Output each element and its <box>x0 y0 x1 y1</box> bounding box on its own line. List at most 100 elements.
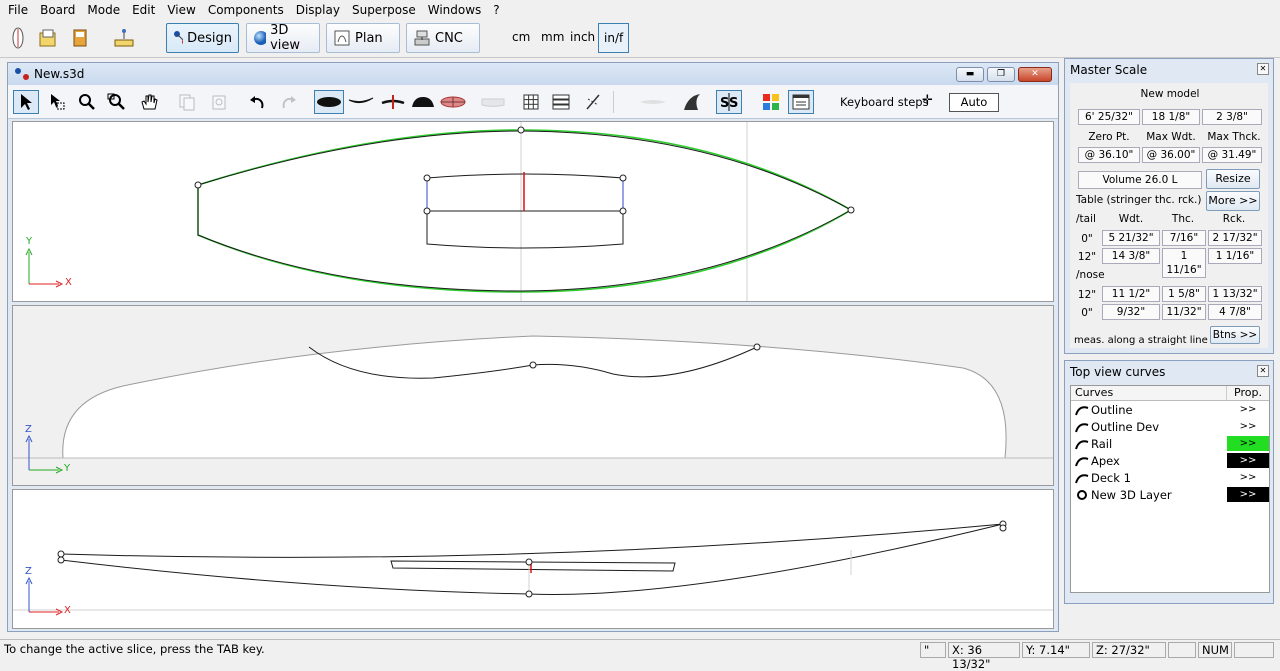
menu-superpose[interactable]: Superpose <box>346 0 422 20</box>
menu-mode[interactable]: Mode <box>81 0 126 20</box>
curve-prop-button[interactable]: >> <box>1227 470 1269 485</box>
curve-row[interactable]: Rail >> <box>1071 435 1269 452</box>
unit-inch[interactable]: inch <box>570 30 595 44</box>
menu-display[interactable]: Display <box>290 0 346 20</box>
nose-row-1-wdt[interactable]: 11 1/2" <box>1102 286 1160 302</box>
status-z: Z: 27/32" <box>1092 642 1166 658</box>
deck-view-icon[interactable] <box>478 90 508 114</box>
unit-mm[interactable]: mm <box>541 30 564 44</box>
section-view-canvas[interactable] <box>13 306 1053 485</box>
cnc-button[interactable]: CNC <box>406 23 480 53</box>
thickness-value[interactable]: 2 3/8" <box>1202 109 1262 125</box>
curve-row[interactable]: New 3D Layer >> <box>1071 486 1269 503</box>
color-palette-icon[interactable] <box>758 90 784 114</box>
pan-hand-icon[interactable] <box>136 90 162 114</box>
select-arrow-icon[interactable] <box>13 90 39 114</box>
menu-help[interactable]: ? <box>487 0 505 20</box>
nose-row-1-thc[interactable]: 1 5/8" <box>1162 286 1206 302</box>
nose-row-2-thc[interactable]: 11/32" <box>1162 304 1206 320</box>
symmetry-icon[interactable]: SS <box>716 90 742 114</box>
side-view-pane[interactable]: Z X <box>12 489 1054 629</box>
curve-prop-button[interactable]: >> <box>1227 436 1269 451</box>
surfboard-icon[interactable] <box>6 26 30 50</box>
max-wdt-value[interactable]: @ 36.00" <box>1142 147 1200 163</box>
tail-row-1-pos: 0" <box>1081 233 1093 245</box>
curve-prop-button[interactable]: >> <box>1227 453 1269 468</box>
unit-inf[interactable]: in/f <box>598 23 630 53</box>
menu-board[interactable]: Board <box>34 0 81 20</box>
fin-icon[interactable] <box>680 90 706 114</box>
design-mode-button[interactable]: Design <box>166 23 239 53</box>
open-board-icon[interactable] <box>36 26 60 50</box>
col-thc: Thc. <box>1171 213 1195 225</box>
menu-view[interactable]: View <box>161 0 201 20</box>
measure-slash-icon[interactable] <box>580 90 606 114</box>
panel-close-icon[interactable]: ✕ <box>1257 63 1269 75</box>
menu-components[interactable]: Components <box>202 0 290 20</box>
tail-row-2-thc[interactable]: 1 11/16" <box>1162 248 1206 278</box>
save-board-icon[interactable] <box>68 26 92 50</box>
paste-disabled-icon[interactable] <box>206 90 232 114</box>
top-view-canvas[interactable] <box>13 122 1053 301</box>
zero-pt-value[interactable]: @ 36.10" <box>1078 147 1140 163</box>
select-box-icon[interactable] <box>44 90 70 114</box>
restore-button[interactable]: ❐ <box>987 67 1015 82</box>
copy-disabled-icon[interactable] <box>174 90 200 114</box>
menu-edit[interactable]: Edit <box>126 0 161 20</box>
tail-row-2-wdt[interactable]: 14 3/8" <box>1102 248 1160 264</box>
top-view-pane[interactable]: Y X <box>12 121 1054 302</box>
plan-button[interactable]: Plan <box>326 23 400 53</box>
nose-row-1-rck[interactable]: 1 13/32" <box>1208 286 1262 302</box>
side-view-canvas[interactable] <box>13 490 1053 628</box>
rocker-view-icon[interactable] <box>346 90 376 114</box>
btns-button[interactable]: Btns >> <box>1210 326 1260 344</box>
layers-stack-icon[interactable] <box>548 90 574 114</box>
curve-row[interactable]: Outline >> <box>1071 401 1269 418</box>
status-num: NUM <box>1198 642 1232 658</box>
tail-row-1-thc[interactable]: 7/16" <box>1162 230 1206 246</box>
curve-prop-button[interactable]: >> <box>1227 402 1269 417</box>
curves-list: Curves Prop. Outline >> Outline Dev >> Rail >… <box>1070 385 1270 593</box>
curves-panel-close-icon[interactable]: ✕ <box>1257 365 1269 377</box>
unit-cm[interactable]: cm <box>512 30 530 44</box>
slice-view-icon[interactable] <box>378 90 408 114</box>
document-titlebar: New.s3d ▬ ❐ ✕ <box>8 63 1058 85</box>
measure-tool-icon[interactable] <box>112 26 136 50</box>
curve-prop-button[interactable]: >> <box>1227 487 1269 502</box>
status-scroll <box>1234 642 1274 658</box>
3d-layers-icon[interactable] <box>438 90 468 114</box>
section-view-pane[interactable]: Z Y <box>12 305 1054 486</box>
close-button[interactable]: ✕ <box>1018 67 1052 82</box>
zoom-box-icon[interactable] <box>104 90 130 114</box>
auto-button[interactable]: Auto <box>949 93 999 112</box>
undo-icon[interactable] <box>244 90 270 114</box>
zoom-icon[interactable] <box>74 90 100 114</box>
curves-header: Curves Prop. <box>1071 386 1269 401</box>
more-button[interactable]: More >> <box>1206 191 1260 211</box>
tail-row-1-wdt[interactable]: 5 21/32" <box>1102 230 1160 246</box>
curves-col-header: Curves <box>1071 386 1227 400</box>
width-value[interactable]: 18 1/8" <box>1142 109 1200 125</box>
minimize-button[interactable]: ▬ <box>956 67 984 82</box>
length-value[interactable]: 6' 25/32" <box>1078 109 1140 125</box>
top-view-outline-icon[interactable] <box>314 90 344 114</box>
curve-prop-button[interactable]: >> <box>1227 419 1269 434</box>
board-side-disabled-icon[interactable] <box>638 90 668 114</box>
tail-row-2-rck[interactable]: 1 1/16" <box>1208 248 1262 264</box>
menu-file[interactable]: File <box>2 0 34 20</box>
curve-row[interactable]: Apex >> <box>1071 452 1269 469</box>
cross-section-icon[interactable] <box>408 90 438 114</box>
menu-windows[interactable]: Windows <box>422 0 488 20</box>
grid-icon[interactable] <box>518 90 544 114</box>
max-thck-value[interactable]: @ 31.49" <box>1202 147 1262 163</box>
model-name: New model <box>1140 88 1200 100</box>
nose-row-2-wdt[interactable]: 9/32" <box>1102 304 1160 320</box>
panel-window-icon[interactable] <box>788 90 814 114</box>
redo-icon[interactable] <box>276 90 302 114</box>
nose-row-2-rck[interactable]: 4 7/8" <box>1208 304 1262 320</box>
curve-row[interactable]: Outline Dev >> <box>1071 418 1269 435</box>
curve-row[interactable]: Deck 1 >> <box>1071 469 1269 486</box>
tail-row-1-rck[interactable]: 2 17/32" <box>1208 230 1262 246</box>
resize-button[interactable]: Resize <box>1206 169 1260 189</box>
3d-view-button[interactable]: 3D view <box>246 23 320 53</box>
